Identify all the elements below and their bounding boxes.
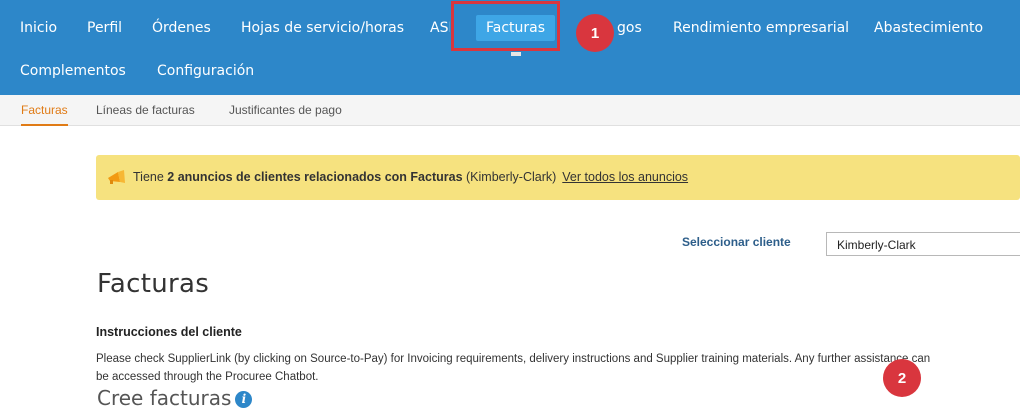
nav-item-perfil[interactable]: Perfil — [87, 18, 122, 38]
info-icon[interactable]: i — [235, 391, 253, 408]
megaphone-icon — [106, 169, 126, 190]
subnav-item-facturas[interactable]: Facturas — [21, 103, 68, 126]
sub-navigation-bar: Facturas Líneas de facturas Justificante… — [0, 95, 1020, 126]
nav-item-complementos[interactable]: Complementos — [20, 61, 126, 81]
announcement-banner: Tiene 2 anuncios de clientes relacionado… — [96, 155, 1020, 200]
step-marker-2: 2 — [883, 359, 921, 397]
announcement-text: Tiene 2 anuncios de clientes relacionado… — [133, 170, 689, 184]
active-tab-indicator — [511, 52, 521, 56]
nav-item-hojas-de-servicio[interactable]: Hojas de servicio/horas — [241, 18, 404, 38]
view-all-announcements-link[interactable]: Ver todos los anuncios — [562, 170, 688, 184]
instructions-line-1: Please check SupplierLink (by clicking o… — [96, 353, 931, 365]
step-marker-1: 1 — [576, 14, 614, 52]
nav-item-asn[interactable]: ASN — [430, 18, 450, 38]
customer-select[interactable]: Kimberly-Clark — [826, 232, 1020, 256]
page-title: Facturas — [97, 269, 210, 299]
create-invoices-heading: Cree facturas i — [97, 386, 253, 410]
nav-item-inicio[interactable]: Inicio — [20, 18, 57, 38]
nav-item-ordenes[interactable]: Órdenes — [152, 18, 211, 38]
nav-item-catalogos[interactable]: gos — [617, 18, 642, 38]
subnav-item-lineas-de-facturas[interactable]: Líneas de facturas — [96, 103, 195, 117]
nav-item-configuracion[interactable]: Configuración — [157, 61, 254, 81]
customer-instructions-text: Please check SupplierLink (by clicking o… — [96, 350, 1020, 386]
nav-item-abastecimiento[interactable]: Abastecimiento — [874, 18, 983, 38]
highlight-box-facturas — [451, 1, 560, 51]
subnav-item-justificantes-de-pago[interactable]: Justificantes de pago — [229, 103, 342, 117]
customer-instructions-heading: Instrucciones del cliente — [96, 325, 242, 339]
nav-item-rendimiento-empresarial[interactable]: Rendimiento empresarial — [673, 18, 849, 38]
select-customer-label: Seleccionar cliente — [682, 235, 791, 249]
instructions-line-2: be accessed through the Procuree Chatbot… — [96, 371, 319, 383]
